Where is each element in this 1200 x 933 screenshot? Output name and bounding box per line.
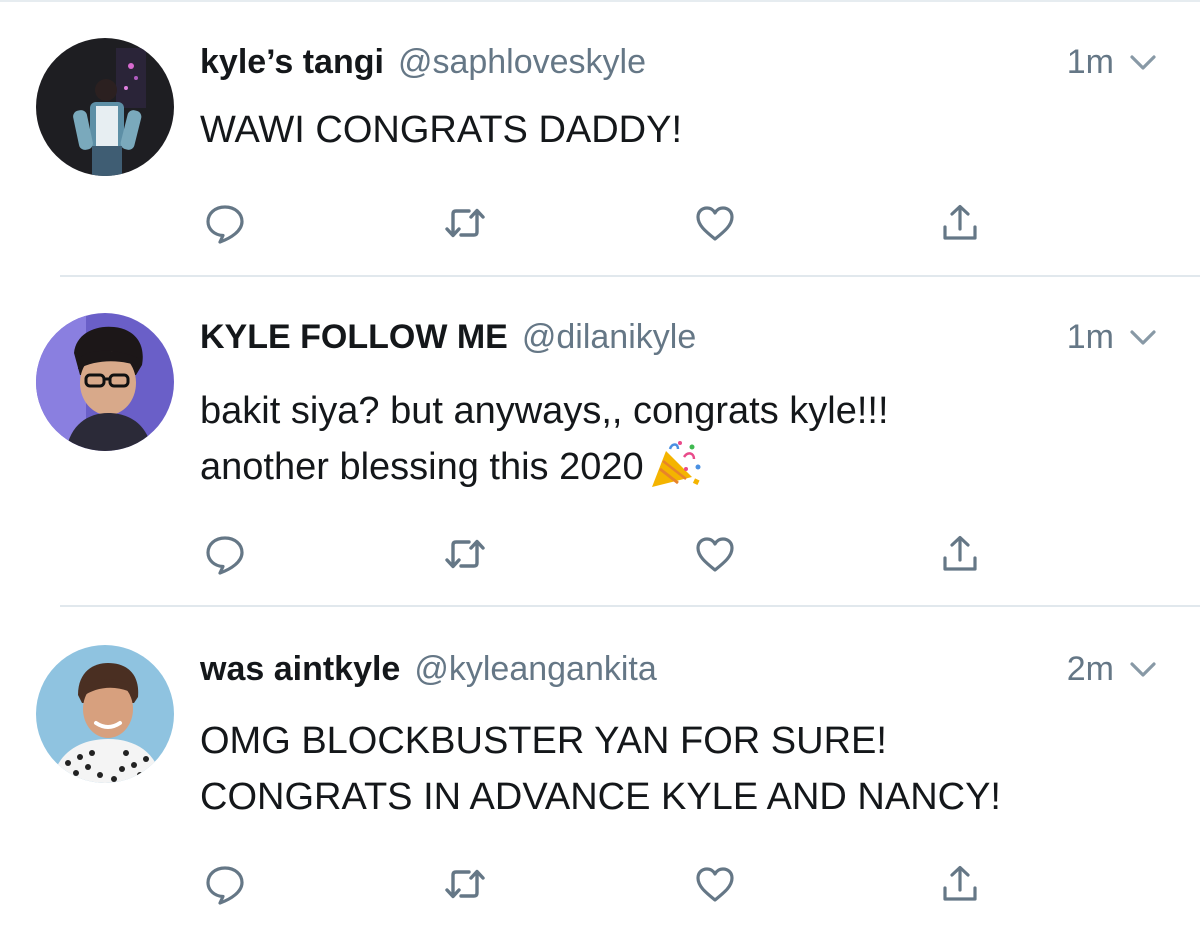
tweet-text: WAWI CONGRATS DADDY! — [200, 109, 683, 151]
retweet-button[interactable] — [440, 198, 490, 248]
tweet-actions — [200, 529, 1000, 579]
reply-icon — [206, 866, 244, 905]
retweet-button[interactable] — [440, 529, 490, 579]
user-handle[interactable]: @kyleangankita — [414, 650, 656, 689]
like-button[interactable] — [690, 529, 740, 579]
tweet-header: was aintkyle @kyleangankita 2m — [200, 645, 1160, 693]
display-name[interactable]: KYLE FOLLOW ME — [200, 318, 508, 357]
tweet[interactable]: was aintkyle @kyleangankita 2m OMG BLOCK… — [0, 607, 1200, 933]
heart-icon — [696, 206, 734, 241]
heart-icon — [696, 867, 734, 902]
timestamp-area: 1m — [1067, 313, 1160, 361]
timestamp[interactable]: 1m — [1067, 318, 1114, 357]
reply-button[interactable] — [200, 859, 250, 909]
tweet-text-content: bakit siya? but anyways,, congrats kyle!… — [200, 390, 889, 488]
tweet-header: kyle’s tangi @saphloveskyle 1m — [200, 38, 1160, 86]
share-button[interactable] — [935, 529, 985, 579]
user-handle[interactable]: @dilanikyle — [522, 318, 696, 357]
share-icon — [943, 865, 977, 901]
retweet-icon — [445, 869, 485, 899]
retweet-button[interactable] — [440, 859, 490, 909]
tweet[interactable]: KYLE FOLLOW ME @dilanikyle 1m bakit siya… — [0, 277, 1200, 607]
heart-icon — [696, 537, 734, 572]
tweet-actions — [200, 859, 1000, 909]
avatar[interactable] — [36, 313, 174, 451]
avatar-image — [36, 313, 174, 451]
chevron-down-icon[interactable] — [1126, 320, 1160, 354]
tweet-text: bakit siya? but anyways,, congrats kyle!… — [200, 383, 1160, 495]
tweet-header: KYLE FOLLOW ME @dilanikyle 1m — [200, 313, 1160, 361]
share-icon — [943, 204, 977, 240]
like-button[interactable] — [690, 198, 740, 248]
display-name[interactable]: was aintkyle — [200, 650, 400, 689]
timestamp[interactable]: 1m — [1067, 43, 1114, 82]
tweet[interactable]: kyle’s tangi @saphloveskyle 1m WAWI CONG… — [0, 0, 1200, 277]
avatar[interactable] — [36, 38, 174, 176]
avatar-image — [36, 645, 174, 783]
timestamp[interactable]: 2m — [1067, 650, 1114, 689]
share-button[interactable] — [935, 198, 985, 248]
reply-button[interactable] — [200, 198, 250, 248]
chevron-down-icon[interactable] — [1126, 652, 1160, 686]
tweet-actions — [200, 198, 1000, 248]
retweet-icon — [445, 539, 485, 569]
reply-icon — [206, 205, 244, 244]
chevron-down-icon[interactable] — [1126, 45, 1160, 79]
like-button[interactable] — [690, 859, 740, 909]
tweet-text: OMG BLOCKBUSTER YAN FOR SURE! CONGRATS I… — [200, 720, 1001, 818]
display-name[interactable]: kyle’s tangi — [200, 43, 384, 82]
avatar-image — [36, 38, 174, 176]
share-icon — [943, 535, 977, 571]
avatar[interactable] — [36, 645, 174, 783]
timestamp-area: 1m — [1067, 38, 1160, 86]
timestamp-area: 2m — [1067, 645, 1160, 693]
party-popper-emoji — [651, 441, 701, 487]
share-button[interactable] — [935, 859, 985, 909]
retweet-icon — [445, 208, 485, 238]
user-handle[interactable]: @saphloveskyle — [398, 43, 646, 82]
reply-button[interactable] — [200, 529, 250, 579]
reply-icon — [206, 536, 244, 575]
